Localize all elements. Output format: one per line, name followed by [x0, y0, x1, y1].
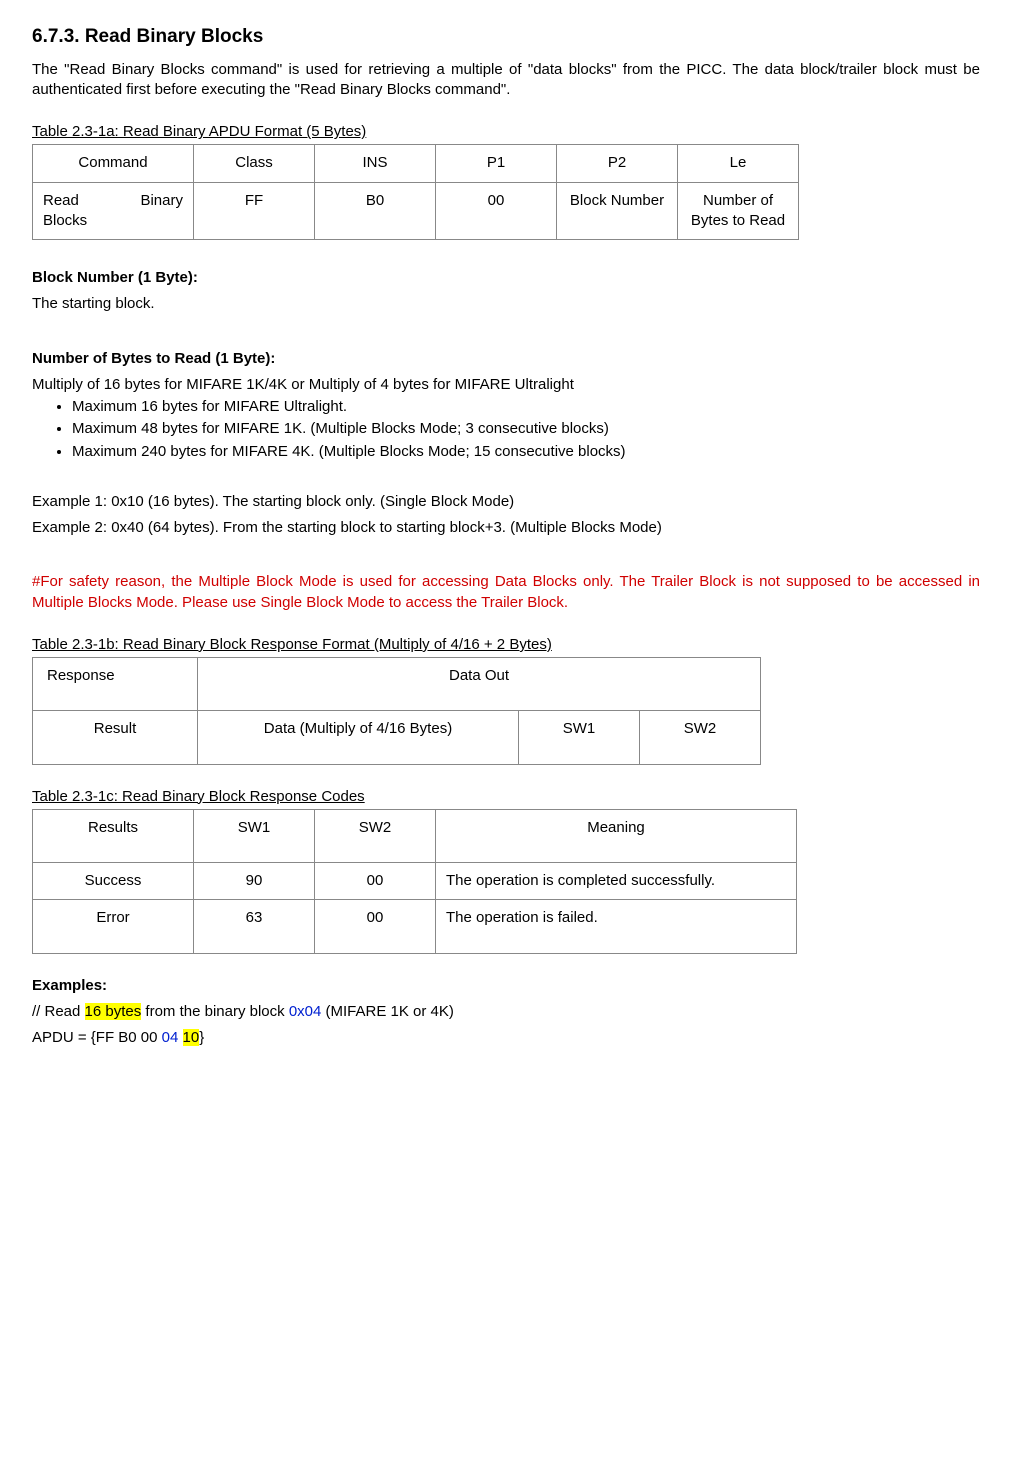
numbytes-lead: Multiply of 16 bytes for MIFARE 1K/4K or… [32, 375, 980, 395]
td-sw2: 00 [315, 900, 436, 953]
th-command: Command [33, 145, 194, 182]
block-addr: 0x04 [289, 1003, 322, 1020]
table-row: Response Data Out [33, 658, 761, 711]
block-number-text: The starting block. [32, 294, 980, 314]
list-item: Maximum 240 bytes for MIFARE 4K. (Multip… [72, 442, 980, 462]
th-p2: P2 [557, 145, 678, 182]
td-class: FF [194, 182, 315, 240]
td-sw1: 90 [194, 863, 315, 900]
td-result: Result [33, 711, 198, 764]
table3-caption: Table 2.3-1c: Read Binary Block Response… [32, 787, 980, 807]
table-row: Command Class INS P1 P2 Le [33, 145, 799, 182]
table-response-codes: Results SW1 SW2 Meaning Success 90 00 Th… [32, 809, 797, 954]
numbytes-title: Number of Bytes to Read (1 Byte): [32, 349, 980, 369]
warning-note: #For safety reason, the Multiple Block M… [32, 572, 980, 613]
td-sw1: 63 [194, 900, 315, 953]
td-meaning: The operation is completed successfully. [436, 863, 797, 900]
example-apdu-line: APDU = {FF B0 00 04 10} [32, 1028, 980, 1048]
th-ins: INS [315, 145, 436, 182]
examples-title: Examples: [32, 976, 980, 996]
table-row: Read Binary Blocks FF B0 00 Block Number… [33, 182, 799, 240]
text: APDU = {FF B0 00 [32, 1029, 162, 1046]
th-results: Results [33, 809, 194, 862]
text: from the binary block [141, 1003, 289, 1020]
td-error: Error [33, 900, 194, 953]
td-sw2: 00 [315, 863, 436, 900]
th-data-out: Data Out [198, 658, 761, 711]
td-sw2: SW2 [640, 711, 761, 764]
th-response: Response [33, 658, 198, 711]
text: (MIFARE 1K or 4K) [321, 1003, 454, 1020]
table-row: Results SW1 SW2 Meaning [33, 809, 797, 862]
cmd-word: Read [43, 191, 79, 211]
th-sw1: SW1 [194, 809, 315, 862]
td-data: Data (Multiply of 4/16 Bytes) [198, 711, 519, 764]
cmd-word: Binary [140, 191, 183, 211]
text: } [199, 1029, 204, 1046]
list-item: Maximum 16 bytes for MIFARE Ultralight. [72, 397, 980, 417]
section-heading: 6.7.3. Read Binary Blocks [32, 24, 980, 50]
td-sw1: SW1 [519, 711, 640, 764]
table-row: Result Data (Multiply of 4/16 Bytes) SW1… [33, 711, 761, 764]
th-meaning: Meaning [436, 809, 797, 862]
highlight-bytes: 16 bytes [85, 1003, 142, 1020]
list-item: Maximum 48 bytes for MIFARE 1K. (Multipl… [72, 419, 980, 439]
th-le: Le [678, 145, 799, 182]
table-apdu-format: Command Class INS P1 P2 Le Read Binary B… [32, 144, 799, 240]
table1-caption: Table 2.3-1a: Read Binary APDU Format (5… [32, 122, 980, 142]
th-class: Class [194, 145, 315, 182]
text: // Read [32, 1003, 85, 1020]
cmd-word: Blocks [43, 212, 87, 229]
example-read-line: // Read 16 bytes from the binary block 0… [32, 1002, 980, 1022]
td-meaning: The operation is failed. [436, 900, 797, 953]
th-sw2: SW2 [315, 809, 436, 862]
apdu-block: 04 [162, 1029, 179, 1046]
intro-paragraph: The "Read Binary Blocks command" is used… [32, 60, 980, 101]
td-success: Success [33, 863, 194, 900]
example-2: Example 2: 0x40 (64 bytes). From the sta… [32, 518, 980, 538]
table2-caption: Table 2.3-1b: Read Binary Block Response… [32, 635, 980, 655]
td-le: Number of Bytes to Read [678, 182, 799, 240]
numbytes-list: Maximum 16 bytes for MIFARE Ultralight. … [72, 397, 980, 462]
td-command: Read Binary Blocks [33, 182, 194, 240]
example-1: Example 1: 0x10 (16 bytes). The starting… [32, 492, 980, 512]
table-row: Error 63 00 The operation is failed. [33, 900, 797, 953]
td-p2: Block Number [557, 182, 678, 240]
table-response-format: Response Data Out Result Data (Multiply … [32, 657, 761, 765]
block-number-title: Block Number (1 Byte): [32, 268, 980, 288]
apdu-len: 10 [183, 1029, 200, 1046]
td-ins: B0 [315, 182, 436, 240]
td-p1: 00 [436, 182, 557, 240]
th-p1: P1 [436, 145, 557, 182]
text [178, 1029, 182, 1046]
table-row: Success 90 00 The operation is completed… [33, 863, 797, 900]
